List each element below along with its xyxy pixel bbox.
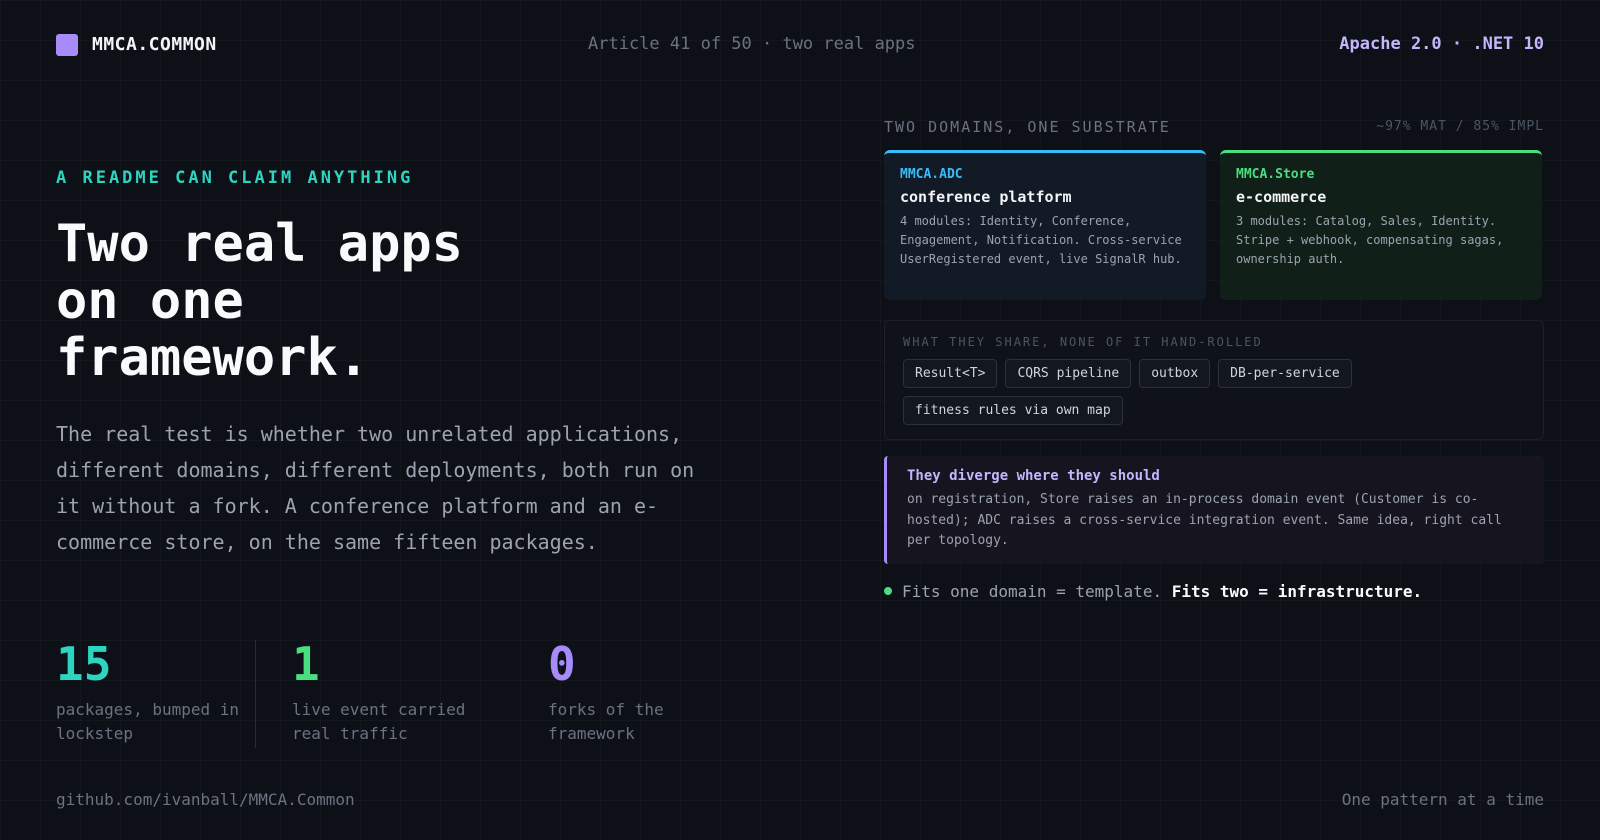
stat-value: 15 — [56, 637, 112, 691]
article-info: Article 41 of 50 · two real apps — [588, 34, 916, 54]
card-title: conference platform — [900, 188, 1072, 206]
chip: CQRS pipeline — [1005, 359, 1132, 388]
section-label: TWO DOMAINS, ONE SUBSTRATE — [884, 118, 1171, 136]
shared-features-box: WHAT THEY SHARE, NONE OF IT HAND-ROLLED … — [884, 320, 1544, 440]
headline: Two real apps on one framework. — [56, 216, 756, 387]
card-adc: MMCA.ADC conference platform 4 modules: … — [884, 150, 1206, 300]
stat-value: 1 — [292, 637, 320, 691]
divergence-callout: They diverge where they should on regist… — [884, 456, 1544, 564]
stat-forks: 0 forks of the framework — [548, 638, 748, 746]
card-body: 3 modules: Catalog, Sales, Identity. Str… — [1236, 214, 1504, 266]
callout-body: on registration, Store raises an in-proc… — [907, 492, 1502, 548]
conclusion-line: Fits one domain = template. Fits two = i… — [884, 582, 1422, 601]
stat-label: forks of the framework — [548, 700, 664, 743]
card-title: e-commerce — [1236, 188, 1327, 206]
headline-line-1: Two real apps — [56, 214, 463, 274]
stat-label: live event carried real traffic — [292, 700, 466, 743]
brand-logo-icon — [56, 34, 78, 56]
shared-features-label: WHAT THEY SHARE, NONE OF IT HAND-ROLLED — [903, 335, 1263, 349]
conclusion-strong: Fits two = infrastructure. — [1171, 582, 1423, 601]
repo-link[interactable]: github.com/ivanball/MMCA.Common — [56, 790, 355, 809]
callout-title: They diverge where they should — [907, 468, 1160, 484]
brand-name: MMCA.COMMON — [92, 34, 217, 55]
stat-value: 0 — [548, 637, 576, 691]
conclusion-lead: Fits one domain = template. — [902, 582, 1163, 601]
stat-divider — [255, 640, 256, 748]
chip: outbox — [1139, 359, 1211, 388]
bullet-dot-icon — [884, 586, 892, 595]
card-body: 4 modules: Identity, Conference, Engagem… — [900, 214, 1182, 266]
section-meta: ~97% MAT / 85% IMPL — [1376, 119, 1544, 134]
eyebrow: A README CAN CLAIM ANYTHING — [56, 168, 414, 188]
chip: DB-per-service — [1218, 359, 1352, 388]
stat-packages: 15 packages, bumped in lockstep — [56, 638, 256, 746]
chip: fitness rules via own map — [903, 396, 1123, 425]
license-info: Apache 2.0 · .NET 10 — [1339, 34, 1544, 54]
card-tag: MMCA.ADC — [900, 167, 963, 182]
card-store: MMCA.Store e-commerce 3 modules: Catalog… — [1220, 150, 1542, 300]
headline-line-2: on one — [56, 271, 244, 331]
chip-list: Result<T> CQRS pipeline outbox DB-per-se… — [903, 359, 1363, 425]
chip: Result<T> — [903, 359, 998, 388]
footer-tagline: One pattern at a time — [1341, 790, 1544, 809]
headline-line-3: framework. — [56, 328, 370, 388]
stat-live-event: 1 live event carried real traffic — [292, 638, 492, 746]
stat-label: packages, bumped in lockstep — [56, 700, 240, 743]
card-tag: MMCA.Store — [1236, 167, 1315, 182]
lede-paragraph: The real test is whether two unrelated a… — [56, 422, 695, 554]
